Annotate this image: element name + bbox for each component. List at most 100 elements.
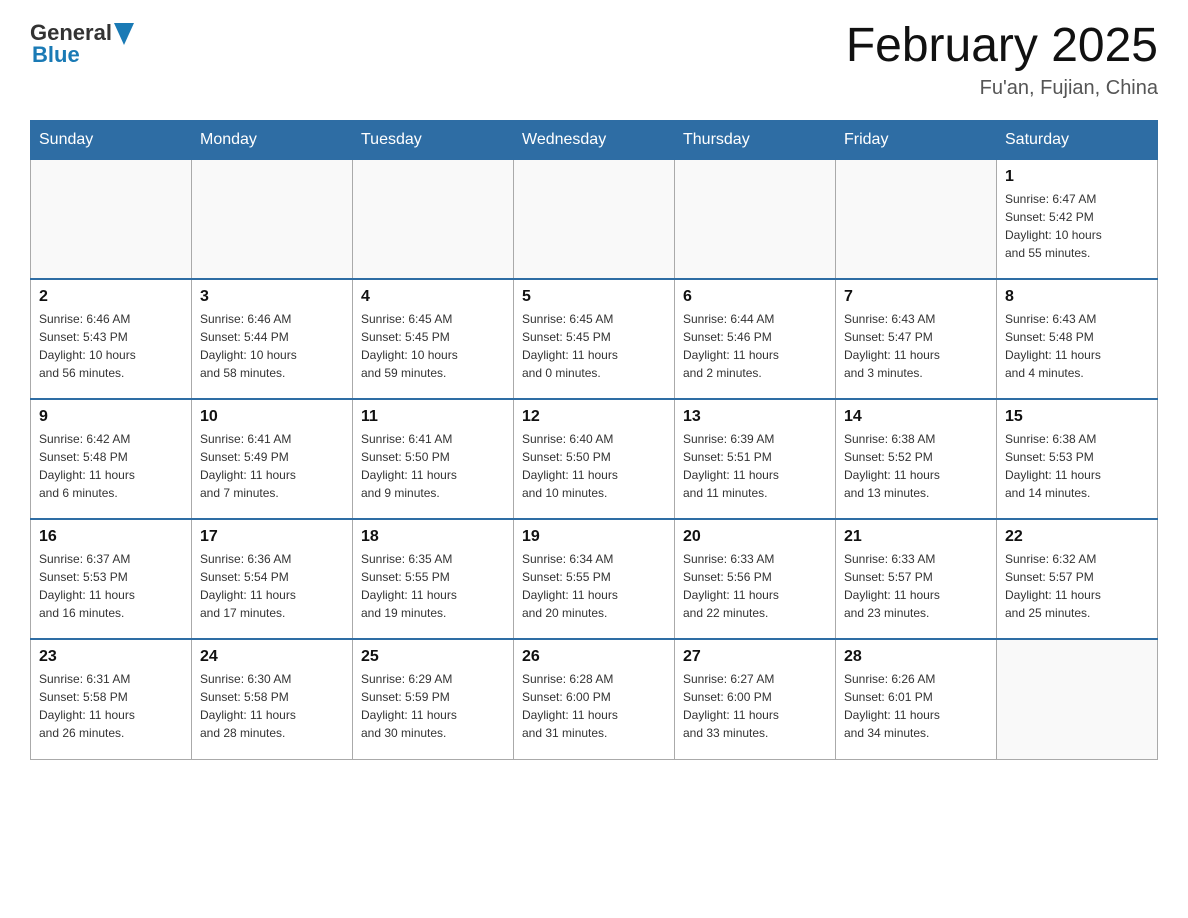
day-info: Sunrise: 6:36 AM Sunset: 5:54 PM Dayligh… [200, 550, 344, 622]
calendar-cell: 3 Sunrise: 6:46 AM Sunset: 5:44 PM Daylig… [192, 279, 353, 399]
day-info: Sunrise: 6:45 AM Sunset: 5:45 PM Dayligh… [361, 310, 505, 382]
day-info: Sunrise: 6:47 AM Sunset: 5:42 PM Dayligh… [1005, 190, 1149, 262]
day-info: Sunrise: 6:33 AM Sunset: 5:57 PM Dayligh… [844, 550, 988, 622]
day-number: 4 [361, 288, 505, 306]
day-number: 17 [200, 528, 344, 546]
day-number: 21 [844, 528, 988, 546]
day-number: 10 [200, 408, 344, 426]
day-info: Sunrise: 6:45 AM Sunset: 5:45 PM Dayligh… [522, 310, 666, 382]
column-header-saturday: Saturday [997, 120, 1158, 159]
calendar-cell: 15 Sunrise: 6:38 AM Sunset: 5:53 PM Dayli… [997, 399, 1158, 519]
day-info: Sunrise: 6:32 AM Sunset: 5:57 PM Dayligh… [1005, 550, 1149, 622]
day-number: 7 [844, 288, 988, 306]
day-info: Sunrise: 6:38 AM Sunset: 5:52 PM Dayligh… [844, 430, 988, 502]
day-number: 5 [522, 288, 666, 306]
calendar-cell: 20 Sunrise: 6:33 AM Sunset: 5:56 PM Dayli… [675, 519, 836, 639]
day-info: Sunrise: 6:31 AM Sunset: 5:58 PM Dayligh… [39, 670, 183, 742]
day-number: 6 [683, 288, 827, 306]
calendar-week-row: 1Sunrise: 6:47 AM Sunset: 5:42 PM Daylig… [31, 159, 1158, 279]
day-number: 14 [844, 408, 988, 426]
day-info: Sunrise: 6:35 AM Sunset: 5:55 PM Dayligh… [361, 550, 505, 622]
column-header-tuesday: Tuesday [353, 120, 514, 159]
day-info: Sunrise: 6:27 AM Sunset: 6:00 PM Dayligh… [683, 670, 827, 742]
calendar-cell [353, 159, 514, 279]
calendar-cell: 21 Sunrise: 6:33 AM Sunset: 5:57 PM Dayli… [836, 519, 997, 639]
calendar-cell: 16 Sunrise: 6:37 AM Sunset: 5:53 PM Dayli… [31, 519, 192, 639]
day-info: Sunrise: 6:46 AM Sunset: 5:44 PM Dayligh… [200, 310, 344, 382]
column-header-sunday: Sunday [31, 120, 192, 159]
calendar-cell: 24 Sunrise: 6:30 AM Sunset: 5:58 PM Dayli… [192, 639, 353, 759]
calendar-cell: 27 Sunrise: 6:27 AM Sunset: 6:00 PM Dayli… [675, 639, 836, 759]
logo: General Blue [30, 20, 134, 68]
calendar-cell: 6 Sunrise: 6:44 AM Sunset: 5:46 PM Daylig… [675, 279, 836, 399]
calendar-cell [514, 159, 675, 279]
day-info: Sunrise: 6:41 AM Sunset: 5:49 PM Dayligh… [200, 430, 344, 502]
day-number: 13 [683, 408, 827, 426]
calendar-cell: 25 Sunrise: 6:29 AM Sunset: 5:59 PM Dayli… [353, 639, 514, 759]
calendar-cell: 18 Sunrise: 6:35 AM Sunset: 5:55 PM Dayli… [353, 519, 514, 639]
day-number: 25 [361, 648, 505, 666]
day-info: Sunrise: 6:38 AM Sunset: 5:53 PM Dayligh… [1005, 430, 1149, 502]
calendar-week-row: 23 Sunrise: 6:31 AM Sunset: 5:58 PM Dayli… [31, 639, 1158, 759]
day-number: 19 [522, 528, 666, 546]
page-header: General Blue February 2025 Fu'an, Fujian… [30, 20, 1158, 100]
day-info: Sunrise: 6:28 AM Sunset: 6:00 PM Dayligh… [522, 670, 666, 742]
day-info: Sunrise: 6:40 AM Sunset: 5:50 PM Dayligh… [522, 430, 666, 502]
day-number: 11 [361, 408, 505, 426]
day-info: Sunrise: 6:46 AM Sunset: 5:43 PM Dayligh… [39, 310, 183, 382]
day-info: Sunrise: 6:26 AM Sunset: 6:01 PM Dayligh… [844, 670, 988, 742]
calendar-cell [997, 639, 1158, 759]
calendar-cell: 4 Sunrise: 6:45 AM Sunset: 5:45 PM Daylig… [353, 279, 514, 399]
title-section: February 2025 Fu'an, Fujian, China [846, 20, 1158, 100]
day-number: 16 [39, 528, 183, 546]
calendar-cell [836, 159, 997, 279]
calendar-week-row: 9 Sunrise: 6:42 AM Sunset: 5:48 PM Daylig… [31, 399, 1158, 519]
calendar-week-row: 16 Sunrise: 6:37 AM Sunset: 5:53 PM Dayli… [31, 519, 1158, 639]
day-number: 23 [39, 648, 183, 666]
day-info: Sunrise: 6:29 AM Sunset: 5:59 PM Dayligh… [361, 670, 505, 742]
day-info: Sunrise: 6:44 AM Sunset: 5:46 PM Dayligh… [683, 310, 827, 382]
calendar-cell: 14 Sunrise: 6:38 AM Sunset: 5:52 PM Dayli… [836, 399, 997, 519]
day-info: Sunrise: 6:39 AM Sunset: 5:51 PM Dayligh… [683, 430, 827, 502]
calendar-cell: 2 Sunrise: 6:46 AM Sunset: 5:43 PM Daylig… [31, 279, 192, 399]
day-number: 3 [200, 288, 344, 306]
day-info: Sunrise: 6:42 AM Sunset: 5:48 PM Dayligh… [39, 430, 183, 502]
day-number: 15 [1005, 408, 1149, 426]
calendar-cell: 10 Sunrise: 6:41 AM Sunset: 5:49 PM Dayli… [192, 399, 353, 519]
calendar-cell: 26 Sunrise: 6:28 AM Sunset: 6:00 PM Dayli… [514, 639, 675, 759]
calendar-cell: 23 Sunrise: 6:31 AM Sunset: 5:58 PM Dayli… [31, 639, 192, 759]
column-header-friday: Friday [836, 120, 997, 159]
day-info: Sunrise: 6:33 AM Sunset: 5:56 PM Dayligh… [683, 550, 827, 622]
calendar-cell [192, 159, 353, 279]
day-info: Sunrise: 6:34 AM Sunset: 5:55 PM Dayligh… [522, 550, 666, 622]
day-number: 2 [39, 288, 183, 306]
day-number: 28 [844, 648, 988, 666]
day-number: 18 [361, 528, 505, 546]
calendar-header-row: SundayMondayTuesdayWednesdayThursdayFrid… [31, 120, 1158, 159]
column-header-wednesday: Wednesday [514, 120, 675, 159]
day-info: Sunrise: 6:41 AM Sunset: 5:50 PM Dayligh… [361, 430, 505, 502]
calendar-cell: 17 Sunrise: 6:36 AM Sunset: 5:54 PM Dayli… [192, 519, 353, 639]
day-number: 24 [200, 648, 344, 666]
day-info: Sunrise: 6:43 AM Sunset: 5:47 PM Dayligh… [844, 310, 988, 382]
calendar-cell [31, 159, 192, 279]
day-number: 22 [1005, 528, 1149, 546]
column-header-thursday: Thursday [675, 120, 836, 159]
day-info: Sunrise: 6:30 AM Sunset: 5:58 PM Dayligh… [200, 670, 344, 742]
day-info: Sunrise: 6:43 AM Sunset: 5:48 PM Dayligh… [1005, 310, 1149, 382]
calendar-cell: 8 Sunrise: 6:43 AM Sunset: 5:48 PM Daylig… [997, 279, 1158, 399]
day-number: 26 [522, 648, 666, 666]
day-number: 8 [1005, 288, 1149, 306]
calendar-subtitle: Fu'an, Fujian, China [846, 77, 1158, 100]
column-header-monday: Monday [192, 120, 353, 159]
calendar-cell: 22 Sunrise: 6:32 AM Sunset: 5:57 PM Dayli… [997, 519, 1158, 639]
calendar-cell: 11 Sunrise: 6:41 AM Sunset: 5:50 PM Dayli… [353, 399, 514, 519]
day-info: Sunrise: 6:37 AM Sunset: 5:53 PM Dayligh… [39, 550, 183, 622]
day-number: 9 [39, 408, 183, 426]
calendar-week-row: 2 Sunrise: 6:46 AM Sunset: 5:43 PM Daylig… [31, 279, 1158, 399]
logo-blue-text: Blue [32, 42, 80, 68]
calendar-cell: 9 Sunrise: 6:42 AM Sunset: 5:48 PM Daylig… [31, 399, 192, 519]
day-number: 20 [683, 528, 827, 546]
logo-arrow-icon [114, 23, 134, 45]
day-number: 27 [683, 648, 827, 666]
